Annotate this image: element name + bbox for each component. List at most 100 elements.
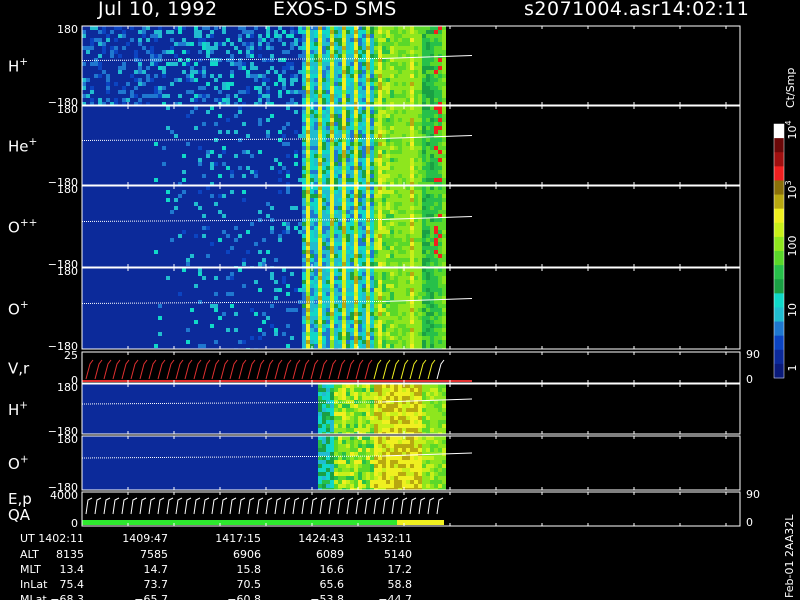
heatmap-cell (146, 82, 150, 86)
heatmap-cell (146, 234, 150, 238)
heatmap-cell (262, 138, 266, 142)
heatmap-cell (382, 174, 386, 178)
heatmap-cell (230, 238, 234, 242)
heatmap-cell (86, 118, 90, 122)
heatmap-cell (94, 54, 98, 58)
heatmap-cell (162, 118, 166, 122)
heatmap-cell (258, 234, 262, 238)
heatmap-cell (386, 154, 390, 158)
heatmap-cell (318, 198, 322, 202)
heatmap-cell (82, 82, 86, 86)
heatmap-cell (382, 110, 386, 114)
heatmap-cell (138, 110, 142, 114)
heatmap-cell (286, 26, 290, 30)
heatmap-cell (274, 142, 278, 146)
heatmap-cell (214, 222, 218, 226)
heatmap-cell (186, 74, 190, 78)
heatmap-cell (238, 198, 242, 202)
heatmap-cell (102, 86, 106, 90)
heatmap-cell (342, 134, 346, 138)
heatmap-cell (126, 30, 130, 34)
heatmap-cell (102, 26, 106, 30)
heatmap-cell (150, 42, 154, 46)
heatmap-cell (354, 166, 358, 170)
heatmap-cell (258, 190, 262, 194)
heatmap-cell (102, 230, 106, 234)
heatmap-cell (238, 62, 242, 66)
heatmap-cell (138, 210, 142, 214)
heatmap-cell (394, 118, 398, 122)
heatmap-cell (130, 126, 134, 130)
heatmap-cell (142, 158, 146, 162)
heatmap-cell (410, 82, 414, 86)
heatmap-cell (226, 186, 230, 190)
heatmap-cell (158, 34, 162, 38)
heatmap-cell (130, 166, 134, 170)
heatmap-cell (258, 82, 262, 86)
heatmap-cell (398, 66, 402, 70)
heatmap-cell (170, 234, 174, 238)
heatmap-cell (262, 150, 266, 154)
heatmap-cell (238, 58, 242, 62)
heatmap-cell (262, 242, 266, 246)
heatmap-cell (162, 210, 166, 214)
heatmap-cell (298, 222, 302, 226)
heatmap-cell (266, 66, 270, 70)
heatmap-cell (186, 262, 190, 266)
heatmap-cell (178, 150, 182, 154)
heatmap-cell (366, 106, 370, 110)
heatmap-cell (250, 98, 254, 102)
heatmap-cell (198, 130, 202, 134)
heatmap-cell (142, 206, 146, 210)
heatmap-cell (374, 74, 378, 78)
heatmap-cell (258, 170, 262, 174)
heatmap-cell (226, 250, 230, 254)
heatmap-cell (150, 242, 154, 246)
heatmap-cell (306, 38, 310, 42)
heatmap-cell (266, 150, 270, 154)
heatmap-cell (306, 154, 310, 158)
heatmap-cell (90, 174, 94, 178)
heatmap-cell (190, 70, 194, 74)
heatmap-cell (422, 126, 426, 130)
heatmap-cell (102, 190, 106, 194)
heatmap-cell (166, 202, 170, 206)
heatmap-cell (278, 178, 282, 182)
heatmap-cell (166, 106, 170, 110)
heatmap-cell (242, 166, 246, 170)
heatmap-cell (182, 222, 186, 226)
heatmap-cell (246, 262, 250, 266)
heatmap-cell (102, 166, 106, 170)
heatmap-cell (190, 190, 194, 194)
heatmap-cell (102, 66, 106, 70)
heatmap-cell (262, 86, 266, 90)
heatmap-cell (306, 134, 310, 138)
heatmap-cell (146, 46, 150, 50)
heatmap-cell (326, 74, 330, 78)
heatmap-cell (242, 110, 246, 114)
heatmap-cell (366, 38, 370, 42)
heatmap-cell (354, 38, 358, 42)
heatmap-cell (158, 110, 162, 114)
heatmap-cell (86, 106, 90, 110)
heatmap-cell (206, 114, 210, 118)
heatmap-cell (318, 118, 322, 122)
heatmap-cell (318, 86, 322, 90)
heatmap-cell (142, 46, 146, 50)
heatmap-cell (346, 122, 350, 126)
heatmap-cell (198, 234, 202, 238)
heatmap-cell (266, 194, 270, 198)
heatmap-cell (238, 42, 242, 46)
heatmap-cell (358, 26, 362, 30)
heatmap-cell (362, 38, 366, 42)
heatmap-cell (130, 198, 134, 202)
heatmap-cell (394, 66, 398, 70)
heatmap-cell (278, 38, 282, 42)
heatmap-cell (126, 198, 130, 202)
heatmap-cell (206, 78, 210, 82)
heatmap-cell (394, 30, 398, 34)
heatmap-cell (290, 170, 294, 174)
heatmap-cell (138, 146, 142, 150)
heatmap-cell (206, 202, 210, 206)
heatmap-cell (426, 42, 430, 46)
